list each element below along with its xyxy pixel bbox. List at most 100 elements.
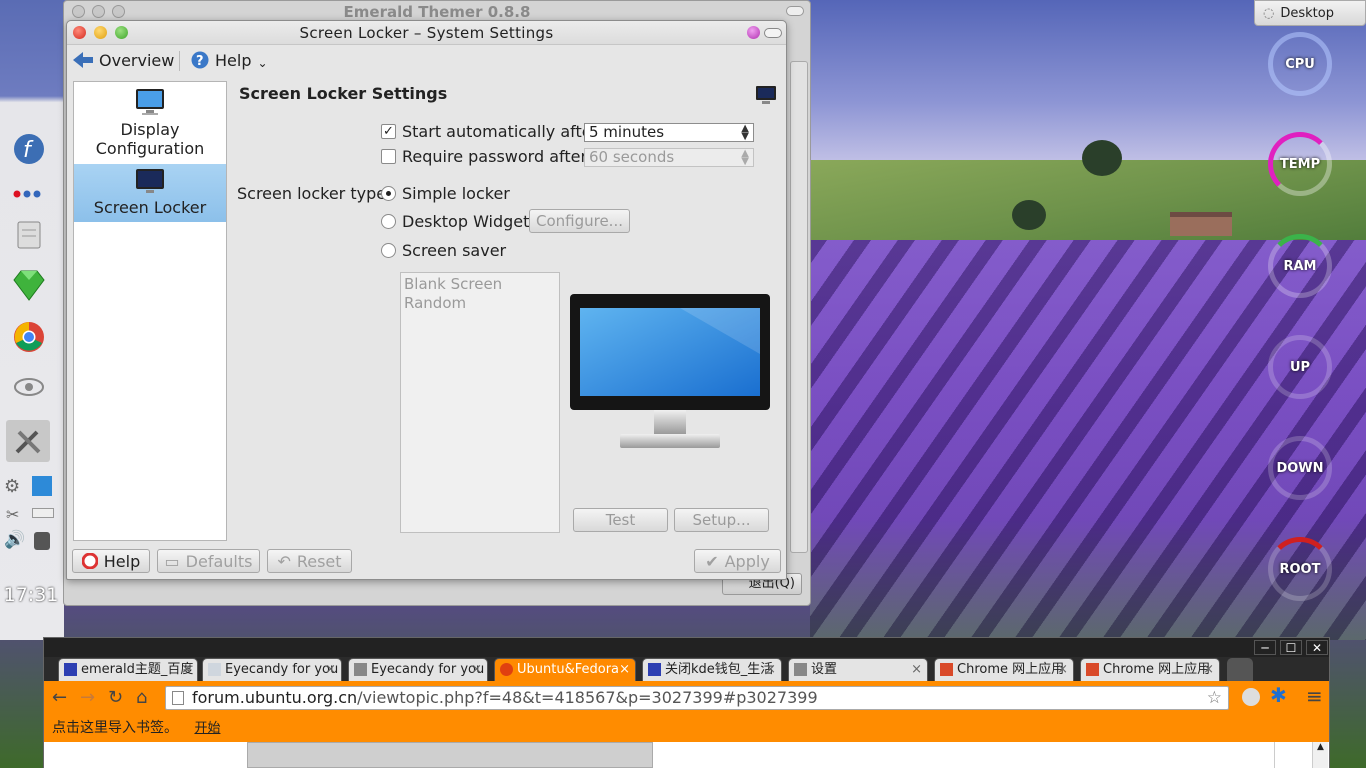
desktop-widgets-label: Desktop Widgets bbox=[402, 212, 538, 231]
files-icon[interactable] bbox=[12, 218, 46, 252]
sidebar-item-label: Display Configuration bbox=[95, 120, 205, 158]
simple-locker-radio[interactable] bbox=[381, 186, 396, 201]
scrollbar[interactable]: ▲ bbox=[1312, 742, 1328, 768]
down-gauge: DOWN bbox=[1268, 436, 1332, 500]
setup-button[interactable]: Setup... bbox=[674, 508, 769, 532]
system-tools-icon[interactable] bbox=[6, 420, 50, 462]
require-password-checkbox[interactable] bbox=[381, 149, 396, 164]
help-button[interactable]: Help bbox=[72, 549, 150, 573]
fedora-icon[interactable]: f bbox=[12, 132, 46, 166]
list-item[interactable]: Blank Screen bbox=[404, 275, 556, 294]
eye-icon[interactable] bbox=[12, 370, 46, 404]
on-all-desktops-button[interactable] bbox=[747, 26, 760, 39]
tab-close-icon[interactable]: × bbox=[325, 659, 336, 680]
home-icon[interactable]: ⌂ bbox=[136, 689, 147, 707]
reload-icon[interactable]: ↻ bbox=[108, 689, 123, 707]
screen-saver-radio[interactable] bbox=[381, 243, 396, 258]
start-automatically-checkbox[interactable]: ✓ bbox=[381, 124, 396, 139]
emerald-minimize-button[interactable] bbox=[92, 5, 105, 18]
desktop-widgets-radio[interactable] bbox=[381, 214, 396, 229]
forward-icon[interactable]: → bbox=[80, 689, 95, 707]
overview-label: Overview bbox=[99, 50, 175, 70]
test-button[interactable]: Test bbox=[573, 508, 668, 532]
tab-label: emerald主题_百度 bbox=[81, 662, 194, 677]
defaults-button[interactable]: ▭ Defaults bbox=[157, 549, 260, 573]
browser-tab[interactable]: Chrome 网上应用 × bbox=[934, 658, 1074, 681]
back-arrow-icon bbox=[73, 52, 93, 68]
app-icon[interactable] bbox=[32, 476, 52, 496]
screen-locker-type-label: Screen locker type: bbox=[237, 184, 392, 203]
desktop-tab[interactable]: ◌ Desktop bbox=[1254, 0, 1366, 26]
browser-tab[interactable]: Eyecandy for you × bbox=[202, 658, 342, 681]
printer-icon[interactable] bbox=[34, 532, 50, 550]
defaults-icon: ▭ bbox=[164, 551, 180, 571]
sidebar-item-screen-locker[interactable]: Screen Locker bbox=[74, 164, 226, 222]
settings-extension-icon[interactable]: ✱ bbox=[1270, 685, 1287, 705]
back-icon[interactable]: ← bbox=[52, 689, 67, 707]
overview-button[interactable]: Overview bbox=[73, 49, 174, 71]
tab-close-icon[interactable]: × bbox=[911, 659, 922, 680]
gear-icon[interactable]: ⚙ bbox=[4, 476, 20, 497]
tab-close-icon[interactable]: × bbox=[619, 659, 630, 680]
browser-tab[interactable]: Eyecandy for you × bbox=[348, 658, 488, 681]
close-button[interactable]: ✕ bbox=[1306, 640, 1328, 655]
page-screenshot-thumbnail bbox=[247, 742, 653, 768]
help-label: Help bbox=[215, 50, 252, 70]
screen-locker-icon bbox=[136, 169, 164, 193]
volume-icon[interactable]: 🔊 bbox=[4, 530, 25, 550]
new-tab-button[interactable] bbox=[1227, 658, 1253, 681]
tab-close-icon[interactable]: × bbox=[765, 659, 776, 680]
browser-tab[interactable]: 关闭kde钱包_生活 × bbox=[642, 658, 782, 681]
toolbar: Overview ? Help ⌄ bbox=[67, 45, 786, 75]
require-password-spinbox[interactable]: 60 seconds ▲ ▼ bbox=[584, 148, 754, 167]
sidebar-item-display[interactable]: Display Configuration bbox=[74, 88, 226, 162]
wallpaper-farmhouse bbox=[1170, 212, 1232, 236]
reset-button-label: Reset bbox=[296, 551, 342, 571]
bookmark-start-link[interactable]: 开始 bbox=[194, 721, 220, 736]
emerald-shade-button[interactable] bbox=[786, 6, 804, 16]
tab-close-icon[interactable]: × bbox=[181, 659, 192, 680]
reset-button[interactable]: ↶ Reset bbox=[267, 549, 352, 573]
browser-tab-active[interactable]: Ubuntu&Fedora × bbox=[494, 658, 636, 681]
browser-tab[interactable]: 设置 × bbox=[788, 658, 928, 681]
tab-close-icon[interactable]: × bbox=[1057, 659, 1068, 680]
maximize-button[interactable]: ☐ bbox=[1280, 640, 1302, 655]
emerald-gem-icon[interactable] bbox=[12, 268, 46, 302]
help-menu-button[interactable]: ? Help ⌄ bbox=[191, 49, 268, 71]
screen-saver-list[interactable]: Blank Screen Random bbox=[400, 272, 560, 533]
browser-tab[interactable]: Chrome 网上应用 × bbox=[1080, 658, 1220, 681]
tab-label: 关闭kde钱包_生活 bbox=[665, 662, 774, 677]
temp-gauge: TEMP bbox=[1268, 132, 1332, 196]
chrome-titlebar[interactable]: ─ ☐ ✕ bbox=[44, 638, 1329, 657]
help-button-label: Help bbox=[103, 551, 141, 571]
chrome-window: ─ ☐ ✕ emerald主题_百度 × Eyecandy for you × Ey… bbox=[43, 637, 1330, 768]
list-item[interactable]: Random bbox=[404, 294, 556, 313]
extension-icon[interactable] bbox=[1242, 688, 1260, 706]
chrome-icon[interactable] bbox=[12, 320, 46, 354]
tab-label: Eyecandy for you bbox=[371, 662, 485, 677]
favicon-icon bbox=[208, 663, 221, 676]
start-automatically-spinbox[interactable]: 5 minutes ▲ ▼ bbox=[584, 123, 754, 142]
titlebar[interactable]: Screen Locker – System Settings bbox=[67, 21, 786, 45]
start-automatically-value: 5 minutes bbox=[589, 123, 665, 141]
emerald-maximize-button[interactable] bbox=[112, 5, 125, 18]
star-icon[interactable]: ☆ bbox=[1207, 687, 1222, 709]
tab-label: Chrome 网上应用 bbox=[957, 662, 1065, 677]
minimize-button[interactable]: ─ bbox=[1254, 640, 1276, 655]
tab-close-icon[interactable]: × bbox=[471, 659, 482, 680]
configure-button[interactable]: Configure... bbox=[529, 209, 630, 233]
emerald-close-button[interactable] bbox=[72, 5, 85, 18]
shade-button[interactable] bbox=[764, 28, 782, 38]
window-title: Screen Locker – System Settings bbox=[299, 24, 554, 42]
apply-button[interactable]: ✔ Apply bbox=[694, 549, 781, 573]
desktop-tab-label: Desktop bbox=[1280, 5, 1334, 21]
favicon-icon bbox=[354, 663, 367, 676]
menu-icon[interactable]: ≡ bbox=[1306, 686, 1323, 706]
tab-close-icon[interactable]: × bbox=[1203, 659, 1214, 680]
address-bar[interactable]: forum.ubuntu.org.cn/viewtopic.php?f=48&t… bbox=[165, 686, 1229, 710]
browser-tab[interactable]: emerald主题_百度 × bbox=[58, 658, 198, 681]
favicon-icon bbox=[500, 663, 513, 676]
scissors-icon[interactable]: ✂ bbox=[6, 505, 19, 524]
keyboard-icon[interactable] bbox=[32, 508, 54, 518]
require-password-value: 60 seconds bbox=[589, 148, 675, 166]
